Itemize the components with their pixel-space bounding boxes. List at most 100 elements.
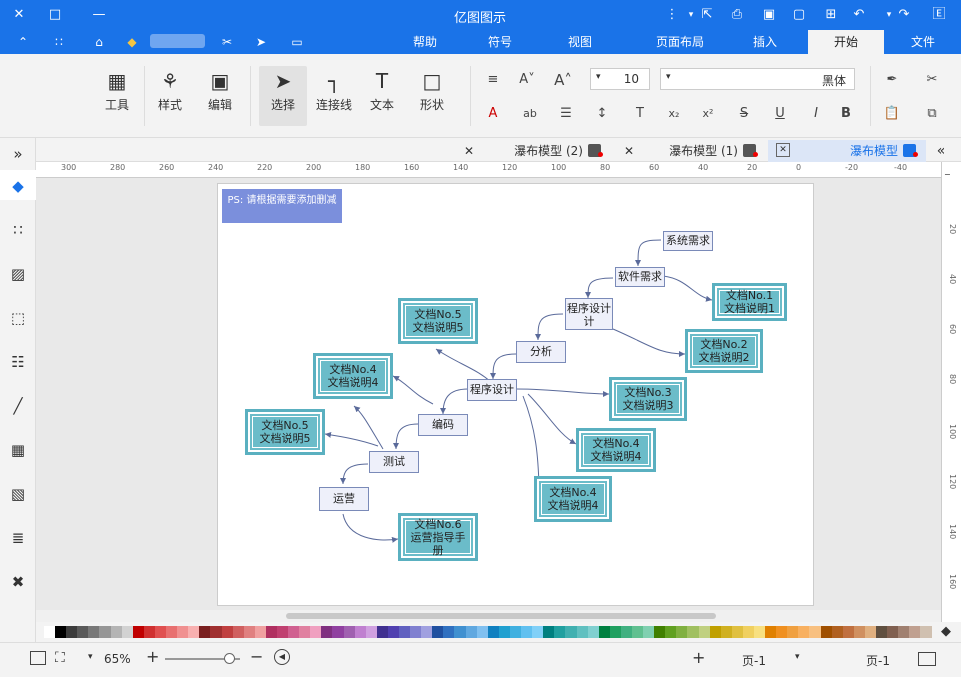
node-software-requirement[interactable]: 软件需求 — [615, 267, 665, 287]
color-swatch[interactable] — [55, 626, 67, 638]
h-scroll-thumb[interactable] — [286, 613, 716, 619]
color-swatch[interactable] — [199, 626, 211, 638]
text-transform-button[interactable]: T — [630, 104, 650, 124]
color-swatch[interactable] — [831, 626, 843, 638]
color-swatch[interactable] — [709, 626, 721, 638]
print-icon[interactable]: ⎙ — [728, 6, 746, 24]
tab-insert[interactable]: 插入 — [727, 30, 803, 54]
list-icon[interactable]: ☰ — [556, 104, 576, 124]
canvas[interactable]: PS: 请根据需要添加删减 系统需求 软件需求 程序设计 计 分析 程序设计 编… — [36, 178, 941, 610]
line-spacing-icon[interactable]: ↕ — [592, 104, 612, 124]
shape-button[interactable]: □ 形状 — [412, 68, 452, 113]
new-icon[interactable]: ⊞ — [822, 6, 840, 24]
tab-home[interactable]: 开始 — [808, 30, 884, 54]
color-swatch[interactable] — [787, 626, 799, 638]
layers-icon[interactable]: ⬚ — [8, 308, 28, 328]
page-dropdown-icon[interactable]: ▾ — [795, 652, 800, 662]
close-tab-icon[interactable]: ✕ — [776, 143, 790, 157]
edit-button[interactable]: ▣ 编辑 — [200, 68, 240, 113]
color-swatch[interactable] — [243, 626, 255, 638]
color-swatch[interactable] — [44, 626, 56, 638]
color-swatch[interactable] — [754, 626, 766, 638]
color-swatch[interactable] — [676, 626, 688, 638]
color-swatch[interactable] — [188, 626, 200, 638]
fullscreen-icon[interactable]: ⛶ — [55, 650, 65, 666]
maximize-icon[interactable]: □ — [46, 6, 64, 24]
zoom-dropdown-icon[interactable]: ▾ — [88, 652, 93, 662]
shuffle-icon[interactable]: ✖ — [8, 572, 28, 592]
scissors-icon[interactable]: ✂ — [218, 33, 236, 51]
more-icon[interactable]: ⋮ — [663, 6, 681, 24]
chat-icon[interactable]: ▭ — [288, 33, 306, 51]
color-swatch[interactable] — [853, 626, 865, 638]
color-swatch[interactable] — [232, 626, 244, 638]
color-swatch[interactable] — [376, 626, 388, 638]
node-coding[interactable]: 编码 — [418, 414, 468, 436]
tab-help[interactable]: 帮助 — [395, 30, 455, 54]
color-swatch[interactable] — [143, 626, 155, 638]
color-swatch[interactable] — [654, 626, 666, 638]
node-program-design[interactable]: 程序设计 计 — [565, 298, 613, 330]
color-swatch[interactable] — [66, 626, 78, 638]
vip-icon[interactable]: ◆ — [123, 33, 141, 51]
color-swatch[interactable] — [299, 626, 311, 638]
doc-tab-2[interactable]: 瀑布模型 (2) ✕ — [456, 140, 611, 162]
zoom-out-icon[interactable]: − — [250, 647, 263, 666]
node-doc4a[interactable]: 文档No.4 文档说明4 — [576, 428, 656, 472]
format-icon[interactable]: ≣ — [8, 528, 28, 548]
color-swatch[interactable] — [498, 626, 510, 638]
color-swatch[interactable] — [365, 626, 377, 638]
color-swatch[interactable] — [920, 626, 932, 638]
org-icon[interactable]: ▧ — [8, 484, 28, 504]
color-swatch[interactable] — [321, 626, 333, 638]
color-swatch[interactable] — [543, 626, 555, 638]
color-swatch[interactable] — [221, 626, 233, 638]
color-swatch[interactable] — [154, 626, 167, 638]
color-swatch[interactable] — [665, 626, 677, 638]
color-swatch[interactable] — [609, 626, 621, 638]
color-swatch[interactable] — [265, 626, 277, 638]
add-page-icon[interactable]: + — [692, 648, 705, 667]
text-case-button[interactable]: ab — [520, 104, 540, 124]
underline-button[interactable]: U — [770, 104, 790, 124]
color-swatch[interactable] — [842, 626, 854, 638]
color-swatch[interactable] — [254, 626, 266, 638]
color-swatch[interactable] — [454, 626, 466, 638]
ruler-toggle-icon[interactable]: − — [944, 170, 958, 179]
color-swatch[interactable] — [742, 626, 754, 638]
node-program-design-2[interactable]: 程序设计 — [467, 379, 517, 401]
fill-bucket-icon[interactable]: ◆ — [938, 624, 954, 640]
node-doc1[interactable]: 文档No.1 文档说明1 — [712, 283, 787, 321]
node-doc5a[interactable]: 文档No.5 文档说明5 — [398, 298, 478, 344]
color-swatch[interactable] — [443, 626, 455, 638]
color-swatch[interactable] — [166, 626, 178, 638]
ps-note[interactable]: PS: 请根据需要添加删减 — [222, 189, 342, 223]
font-color-icon[interactable]: A — [483, 104, 503, 124]
node-analysis[interactable]: 分析 — [516, 341, 566, 363]
color-swatch[interactable] — [643, 626, 655, 638]
node-doc2[interactable]: 文档No.2 文档说明2 — [685, 329, 763, 373]
color-swatch[interactable] — [532, 626, 544, 638]
doc-tab-1[interactable]: 瀑布模型 (1) ✕ — [616, 140, 766, 162]
undo-icon[interactable]: ↶ — [850, 6, 868, 24]
node-doc4b[interactable]: 文档No.4 文档说明4 — [313, 353, 393, 399]
tab-symbols[interactable]: 符号 — [470, 30, 530, 54]
color-swatch[interactable] — [343, 626, 355, 638]
superscript-button[interactable]: x² — [698, 104, 718, 124]
font-name-select[interactable]: 黑体 ▾ — [660, 68, 855, 90]
color-swatch[interactable] — [820, 626, 832, 638]
cut-icon[interactable]: ✂ — [922, 70, 942, 90]
connector-button[interactable]: ┐ 连接线 — [312, 68, 356, 113]
align-icon[interactable]: ≡ — [483, 70, 503, 90]
close-tab-icon[interactable]: ✕ — [464, 140, 474, 162]
node-doc4c[interactable]: 文档No.4 文档说明4 — [534, 476, 612, 522]
color-swatch[interactable] — [909, 626, 921, 638]
color-swatch[interactable] — [864, 626, 877, 638]
node-operation[interactable]: 运营 — [319, 487, 369, 511]
expand-panel-icon[interactable]: » — [8, 144, 28, 164]
node-doc5b[interactable]: 文档No.5 文档说明5 — [245, 409, 325, 455]
share-icon[interactable]: ➤ — [252, 33, 270, 51]
color-swatch[interactable] — [731, 626, 743, 638]
page-view-icon[interactable] — [918, 652, 936, 666]
customize-dropdown-icon[interactable]: ▾ — [682, 6, 700, 24]
